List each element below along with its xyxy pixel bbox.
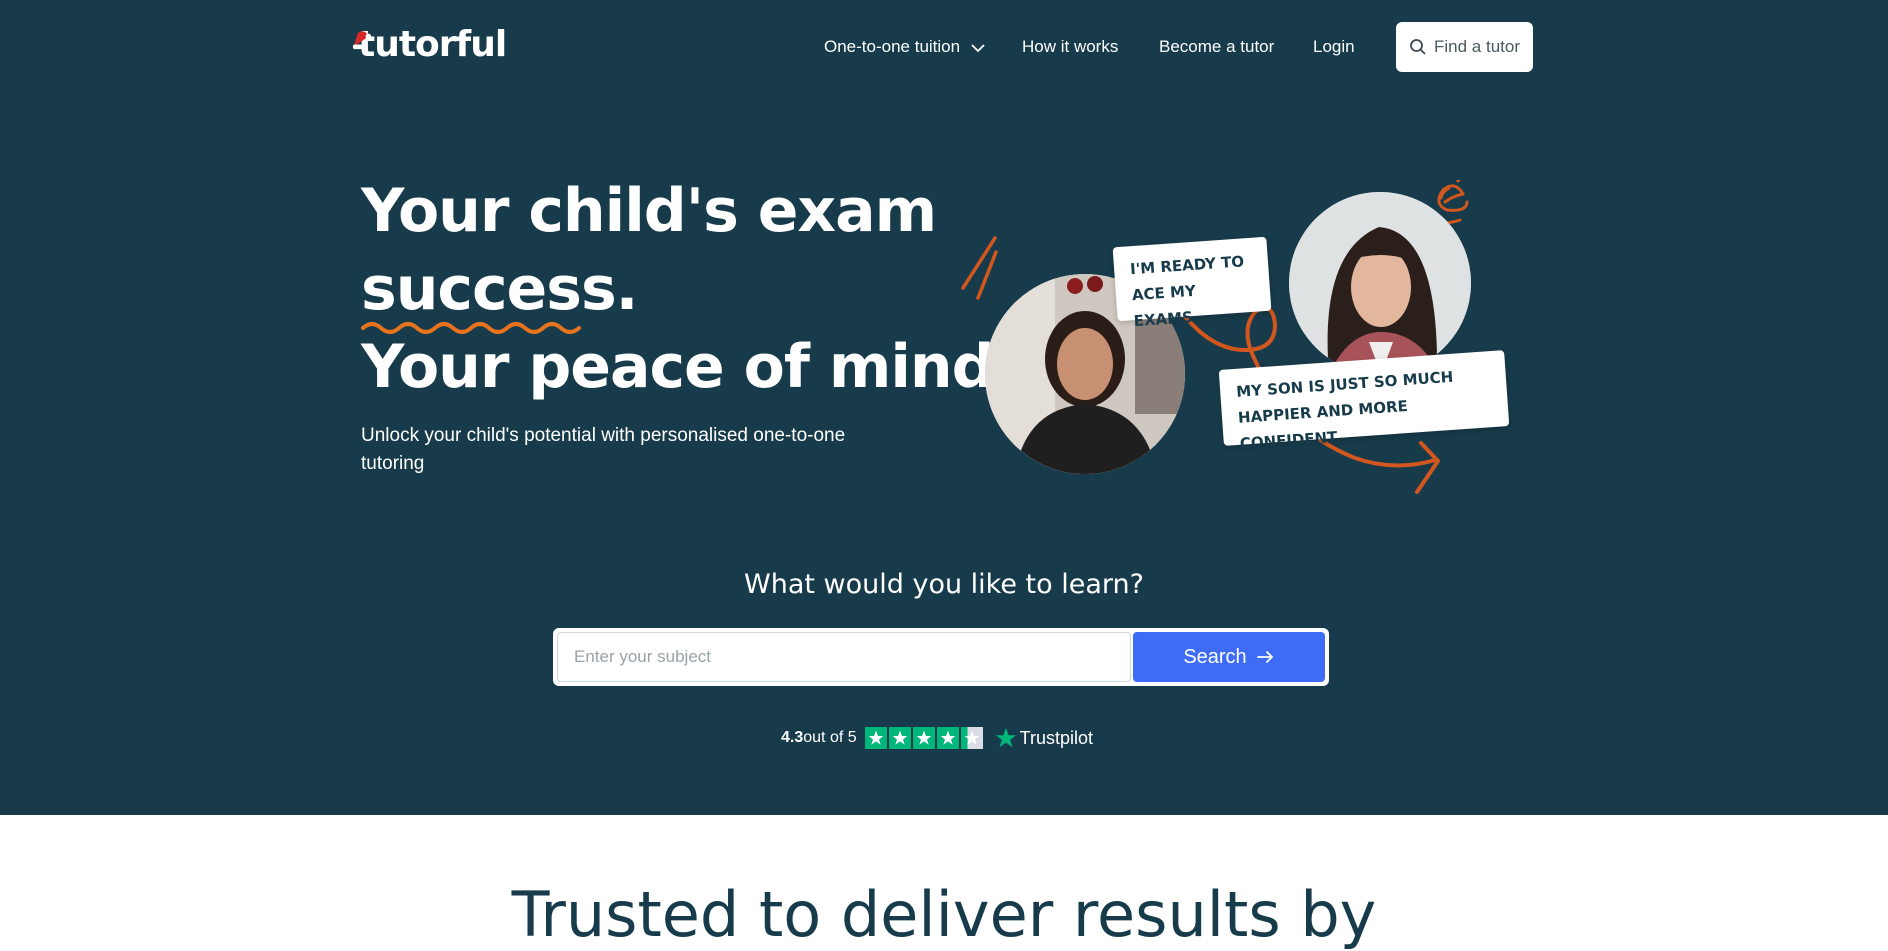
search-button[interactable]: Search <box>1133 632 1325 682</box>
rating-star-icon <box>864 727 887 749</box>
rating-star-icon <box>936 727 959 749</box>
search-icon <box>1410 39 1426 55</box>
trustpilot-rating[interactable]: 4.3 out of 5 Trustpilot <box>781 724 1093 752</box>
orange-squiggle-underline <box>361 322 581 334</box>
tutorful-logo[interactable]: tutorful <box>352 24 507 66</box>
student-quote-card: I'M READY TO ACE MY EXAMS <box>1112 236 1272 330</box>
nav-one-to-one-tuition[interactable]: One-to-one tuition <box>824 36 985 58</box>
trustpilot-label: Trustpilot <box>1019 727 1093 748</box>
search-question: What would you like to learn? <box>744 569 1144 600</box>
parent-photo <box>1289 192 1471 374</box>
arrow-right-icon <box>1256 651 1273 663</box>
section-heading: Trusted to deliver results by <box>511 878 1377 951</box>
trustpilot-logo: Trustpilot <box>995 727 1093 749</box>
hero-illustration: I'M READY TO ACE MY EXAMS MY SON IS JUST… <box>955 180 1515 500</box>
nav-login[interactable]: Login <box>1313 36 1355 58</box>
headline-line-2: success. <box>361 254 638 324</box>
rating-stars <box>864 727 985 749</box>
subject-search-input[interactable] <box>557 632 1131 682</box>
student-quote-line-2: ACE MY EXAMS <box>1131 281 1197 331</box>
subject-search-form: Search <box>553 628 1329 686</box>
hero-section: tutorful One-to-one tuition How it works… <box>0 0 1888 815</box>
headline-line-3: Your peace of mind. <box>361 332 1016 402</box>
rating-star-icon <box>960 727 983 749</box>
headline-line-1: Your child's exam <box>361 176 937 246</box>
logo-text: tutorful <box>358 24 507 65</box>
rating-out-of: out of 5 <box>803 729 857 746</box>
nav-become-a-tutor[interactable]: Become a tutor <box>1159 36 1274 58</box>
hero-headline: Your child's exam success. Your peace of… <box>361 172 1016 406</box>
chevron-down-icon <box>971 43 985 52</box>
nav-item-label: One-to-one tuition <box>824 37 961 56</box>
santa-hat-icon <box>352 31 372 50</box>
rating-star-icon <box>888 727 911 749</box>
rating-star-icon <box>912 727 935 749</box>
trustpilot-star-icon <box>995 727 1016 748</box>
nav-how-it-works[interactable]: How it works <box>1022 36 1118 58</box>
find-a-tutor-label: Find a tutor <box>1434 37 1520 56</box>
find-a-tutor-button[interactable]: Find a tutor <box>1396 22 1533 72</box>
rating-score: 4.3 <box>781 729 804 746</box>
search-button-label: Search <box>1183 645 1247 668</box>
hero-subtext: Unlock your child's potential with perso… <box>361 425 846 474</box>
